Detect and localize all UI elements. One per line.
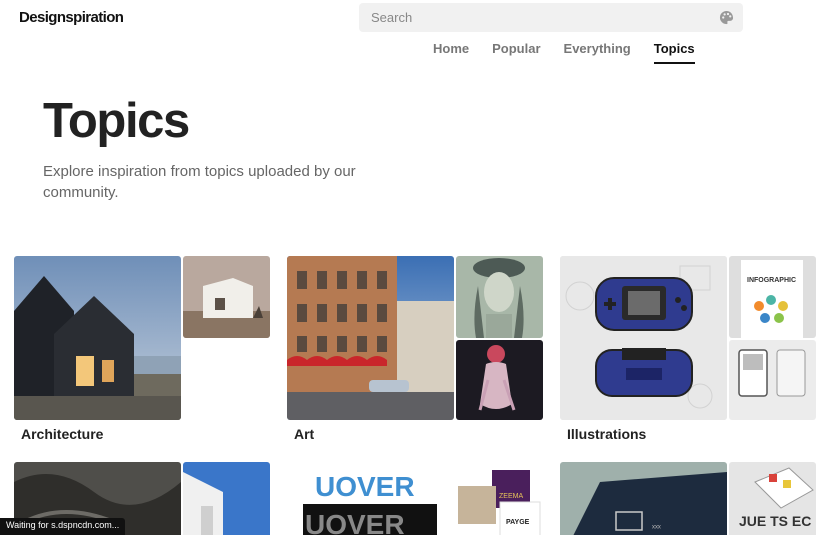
- illustrations-image-infographic[interactable]: INFOGRAPHIC: [729, 256, 816, 338]
- browser-status-bar: Waiting for s.dspncdn.com...: [0, 518, 126, 535]
- svg-text:INFOGRAPHIC: INFOGRAPHIC: [747, 277, 796, 284]
- topic-card-6[interactable]: ₓₓₓ JUE TS EC: [560, 462, 816, 535]
- svg-text:ₓₓₓ: ₓₓₓ: [652, 520, 661, 530]
- main-nav: Home Popular Everything Topics: [433, 41, 718, 64]
- nav-topics[interactable]: Topics: [653, 41, 695, 64]
- palette-icon[interactable]: [719, 10, 734, 25]
- topic6-image-secondary[interactable]: JUE TS EC: [729, 462, 816, 535]
- svg-text:UOVER: UOVER: [305, 509, 405, 535]
- architecture-image-secondary[interactable]: [183, 256, 270, 338]
- svg-text:PAYGE: PAYGE: [506, 519, 530, 526]
- topic-card-art[interactable]: Art: [287, 256, 543, 442]
- art-image-main[interactable]: [287, 256, 454, 420]
- topic-label-illustrations[interactable]: Illustrations: [567, 426, 646, 442]
- topic-label-architecture[interactable]: Architecture: [21, 426, 103, 442]
- svg-text:ZEEMA: ZEEMA: [499, 493, 523, 500]
- site-logo[interactable]: Designspiration: [19, 9, 124, 26]
- topic6-image-main[interactable]: ₓₓₓ: [560, 462, 727, 535]
- illustrations-image-main[interactable]: [560, 256, 727, 420]
- topic4-image-secondary[interactable]: [183, 462, 270, 535]
- search-bar[interactable]: [359, 3, 743, 32]
- art-image-figure[interactable]: [456, 340, 543, 420]
- page-description: Explore inspiration from topics uploaded…: [43, 163, 356, 201]
- architecture-image-main[interactable]: [14, 256, 181, 420]
- topic-card-illustrations[interactable]: INFOGRAPHIC Illustrations: [560, 256, 816, 442]
- nav-everything[interactable]: Everything: [564, 41, 631, 64]
- svg-text:UOVER: UOVER: [315, 471, 415, 502]
- art-image-portrait[interactable]: [456, 256, 543, 338]
- topic-card-5[interactable]: UOVER UOVER ZEEMA PAYGE: [287, 462, 543, 535]
- search-input[interactable]: [359, 3, 743, 32]
- nav-home[interactable]: Home: [433, 41, 469, 64]
- topic-label-art[interactable]: Art: [294, 426, 314, 442]
- svg-text:JUE TS EC: JUE TS EC: [739, 513, 811, 529]
- topic5-image-main[interactable]: UOVER UOVER: [287, 462, 454, 535]
- illustrations-image-gameboy[interactable]: [729, 340, 816, 420]
- page-title: Topics: [43, 94, 190, 148]
- topic-card-architecture[interactable]: Architecture: [14, 256, 270, 442]
- nav-popular[interactable]: Popular: [492, 41, 540, 64]
- topic5-image-logos[interactable]: ZEEMA PAYGE: [456, 462, 543, 535]
